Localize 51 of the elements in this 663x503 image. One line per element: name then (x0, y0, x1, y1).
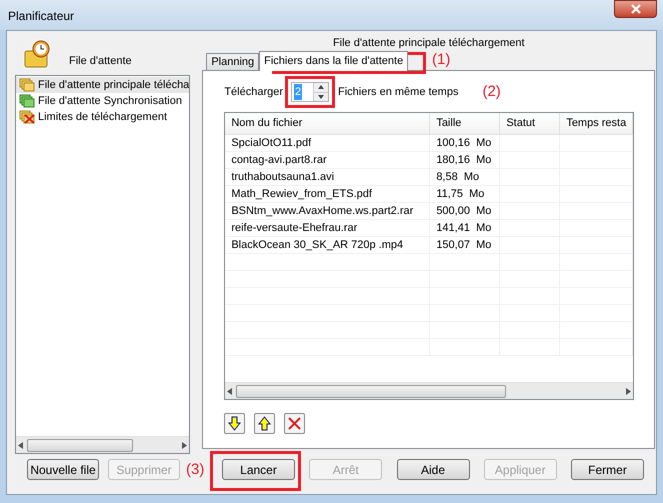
table-cell: SpcialOtO11.pdf (225, 135, 430, 151)
queue-item[interactable]: File d'attente Synchronisation (16, 93, 190, 109)
horizontal-scrollbar[interactable] (16, 436, 190, 453)
table-cell: contag-avi.part8.rar (225, 152, 430, 168)
table-cell: BlackOcean 30_SK_AR 720p .mp4 (225, 237, 430, 253)
tab[interactable]: Fichiers dans la file d'attente (259, 51, 408, 71)
table-cell: 100,16 Mo (430, 135, 500, 151)
dialog-button[interactable]: Aide (396, 459, 470, 480)
table-cell: 141,41 Mo (430, 220, 500, 236)
close-icon (630, 4, 640, 14)
folders-icon (19, 78, 35, 92)
table-cell: BSNtm_www.AvaxHome.ws.part2.rar (225, 203, 430, 219)
table-cell: 150,07 Mo (430, 237, 500, 253)
table-cell: 180,16 Mo (430, 152, 500, 168)
column-header[interactable]: Statut (500, 113, 560, 134)
scroll-left-icon[interactable] (227, 388, 232, 394)
table-cell: reife-versaute-Ehefrau.rar (225, 220, 430, 236)
table-cell: 8,58 Mo (430, 169, 500, 185)
scroll-right-icon[interactable] (626, 388, 632, 394)
table-cell: Math_Rewiev_from_ETS.pdf (225, 186, 430, 202)
dialog-button[interactable]: Fermer (571, 459, 644, 480)
horizontal-scrollbar[interactable] (225, 382, 634, 399)
window-title: Planificateur (8, 8, 74, 25)
folder-cross-icon (19, 110, 35, 124)
scroll-right-icon[interactable] (182, 442, 188, 448)
table-cell: 11,75 Mo (430, 186, 500, 202)
dialog-button[interactable]: Lancer (222, 459, 295, 480)
column-header[interactable]: Taille (430, 113, 500, 134)
tab[interactable]: Planning (206, 53, 260, 70)
queue-item[interactable]: Limites de téléchargement (16, 109, 190, 125)
dialog-button[interactable]: Nouvelle file (27, 459, 99, 480)
scroll-left-icon[interactable] (18, 442, 23, 448)
close-button[interactable] (614, 0, 657, 18)
column-header[interactable]: Nom du fichier (225, 113, 430, 134)
folders-icon (19, 94, 35, 108)
table-cell: 500,00 Mo (430, 203, 500, 219)
spin-up-icon[interactable] (318, 85, 324, 90)
table-cell: truthaboutsauna1.avi (225, 169, 430, 185)
delete-button[interactable] (284, 413, 306, 434)
annotation-label: (2) (482, 82, 501, 102)
annotation-label: (1) (432, 50, 450, 70)
column-header[interactable]: Temps resta (560, 113, 634, 134)
move-up-button[interactable] (254, 413, 276, 434)
move-down-button[interactable] (224, 413, 246, 434)
download-label: Télécharger (224, 84, 284, 100)
annotation-label: (3) (186, 460, 204, 480)
files-label: Fichiers en même temps (338, 84, 458, 100)
panel-title: File d'attente (69, 54, 132, 68)
spin-down-icon[interactable] (318, 94, 324, 99)
queue-item[interactable]: File d'attente principale télécha (16, 77, 190, 93)
panel-title: File d'attente principale téléchargement (332, 36, 526, 51)
